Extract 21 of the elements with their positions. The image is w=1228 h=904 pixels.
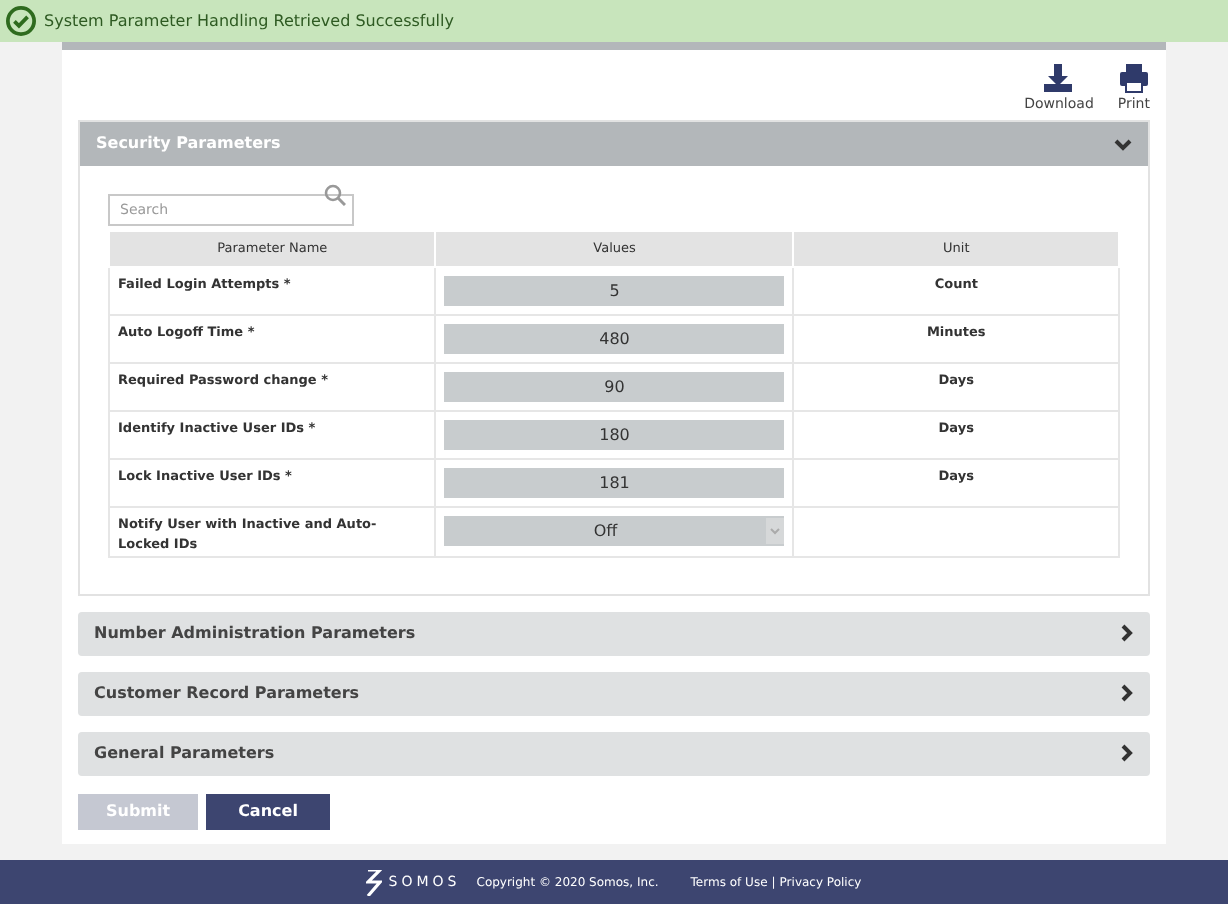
- value-field[interactable]: 5: [444, 276, 785, 306]
- value-field[interactable]: 90: [444, 372, 785, 402]
- value-field[interactable]: 181: [444, 468, 785, 498]
- download-icon: [1042, 62, 1075, 94]
- section-header[interactable]: General Parameters: [78, 731, 1150, 775]
- value-field[interactable]: 180: [444, 420, 785, 450]
- logo-mark-icon: [366, 869, 383, 895]
- search-icon: [324, 184, 346, 206]
- dropdown-caret-icon: [766, 518, 785, 545]
- chevron-right-icon: [1120, 684, 1134, 702]
- success-message: System Parameter Handling Retrieved Successfully: [44, 9, 454, 33]
- section-header[interactable]: Customer Record Parameters: [78, 671, 1150, 715]
- print-icon: [1117, 62, 1150, 94]
- chevron-right-icon: [1120, 624, 1134, 642]
- chevron-right-icon: [1120, 744, 1134, 762]
- section-header[interactable]: Number Administration Parameters: [78, 611, 1150, 655]
- cancel-button[interactable]: Cancel: [206, 793, 330, 829]
- check-icon: [6, 6, 36, 36]
- value-field[interactable]: 480: [444, 324, 785, 354]
- chevron-down-icon: [1114, 137, 1132, 151]
- value-dropdown[interactable]: Off: [444, 516, 785, 547]
